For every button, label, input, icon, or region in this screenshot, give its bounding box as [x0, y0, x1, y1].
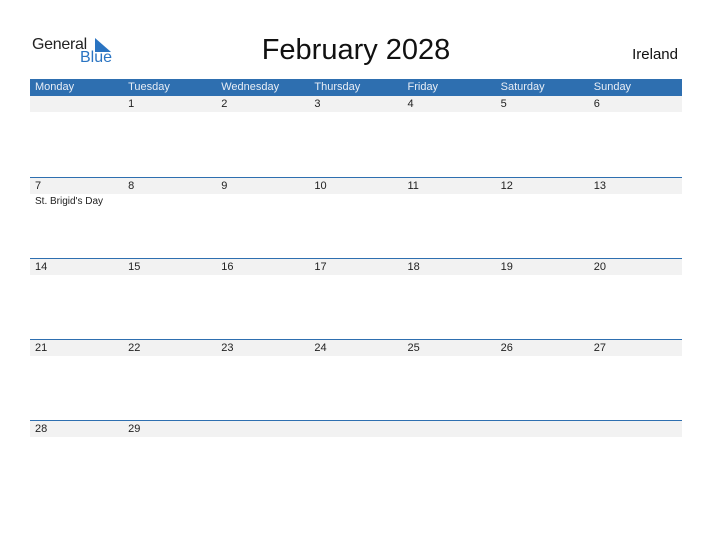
date-strip: 14 15 16 17 18 19 20 [30, 259, 682, 275]
day-number: 2 [221, 98, 228, 110]
day-number: 17 [314, 261, 327, 273]
holiday-event [589, 194, 682, 208]
holiday-event: St. Brigid's Day [35, 196, 104, 207]
holiday-event [30, 356, 123, 357]
weekday-friday: Friday [407, 81, 439, 93]
weekday-saturday: Saturday [500, 81, 545, 93]
holiday-event [496, 113, 589, 114]
day-number: 22 [128, 342, 141, 354]
weekday-sunday: Sunday [593, 81, 632, 93]
day-number: 4 [407, 98, 414, 110]
events-row [30, 113, 682, 114]
day-number [496, 421, 589, 437]
day-number: 7 [35, 180, 42, 192]
holiday-event [403, 437, 496, 438]
holiday-event [496, 275, 589, 276]
holiday-event [589, 356, 682, 357]
week-row: 28 29 [30, 420, 682, 501]
week-row: 14 15 16 17 18 19 20 [30, 258, 682, 339]
day-number: 25 [407, 342, 420, 354]
day-number: 27 [593, 342, 606, 354]
holiday-event [309, 356, 402, 357]
week-row: 21 22 23 24 25 26 27 [30, 339, 682, 420]
holiday-event [216, 437, 309, 438]
day-number: 18 [407, 261, 420, 273]
holiday-event [30, 275, 123, 276]
holiday-event [309, 437, 402, 438]
weekday-tuesday: Tuesday [128, 81, 170, 93]
day-number: 15 [128, 261, 141, 273]
weekday-wednesday: Wednesday [221, 81, 280, 93]
holiday-event [496, 356, 589, 357]
holiday-event [30, 437, 123, 438]
day-number: 11 [407, 180, 419, 192]
day-number: 6 [593, 98, 600, 110]
holiday-event [216, 275, 309, 276]
day-number: 23 [221, 342, 234, 354]
day-number: 29 [128, 423, 141, 435]
events-row [30, 356, 682, 357]
day-number: 26 [500, 342, 513, 354]
holiday-event [589, 275, 682, 276]
day-number [309, 421, 402, 437]
day-number: 28 [35, 423, 48, 435]
day-number: 24 [314, 342, 327, 354]
day-number: 10 [314, 180, 327, 192]
day-number: 5 [500, 98, 507, 110]
holiday-event [403, 275, 496, 276]
holiday-event [309, 194, 402, 208]
day-number: 3 [314, 98, 321, 110]
day-number [589, 421, 682, 437]
day-number [30, 96, 123, 112]
day-number [403, 421, 496, 437]
events-row [30, 437, 682, 438]
holiday-event [403, 113, 496, 114]
day-number: 21 [35, 342, 48, 354]
week-row: 1 2 3 4 5 6 [30, 96, 682, 177]
holiday-event [589, 437, 682, 438]
date-strip: 28 29 [30, 421, 682, 437]
day-number: 13 [593, 180, 606, 192]
holiday-event [589, 113, 682, 114]
events-row: St. Brigid's Day [30, 194, 682, 208]
holiday-event [216, 113, 309, 114]
date-strip: 21 22 23 24 25 26 27 [30, 340, 682, 356]
weekday-thursday: Thursday [314, 81, 361, 93]
date-strip: 7 8 9 10 11 12 13 [30, 178, 682, 194]
holiday-event [30, 113, 123, 114]
holiday-event [216, 194, 309, 208]
holiday-event [403, 194, 496, 208]
day-number [216, 421, 309, 437]
holiday-event [496, 437, 589, 438]
weekday-header: Monday Tuesday Wednesday Thursday Friday… [30, 79, 682, 96]
holiday-event [123, 194, 216, 208]
day-number: 16 [221, 261, 234, 273]
page-title: February 2028 [261, 34, 451, 66]
day-number: 8 [128, 180, 135, 192]
holiday-event [403, 356, 496, 357]
holiday-event [123, 356, 216, 357]
day-number: 14 [35, 261, 48, 273]
holiday-event [496, 194, 589, 208]
events-row [30, 275, 682, 276]
day-number: 1 [128, 98, 135, 110]
date-strip: 1 2 3 4 5 6 [30, 96, 682, 112]
day-number: 20 [593, 261, 606, 273]
holiday-event [123, 275, 216, 276]
holiday-event [309, 113, 402, 114]
day-number: 19 [500, 261, 513, 273]
holiday-event [309, 275, 402, 276]
week-row: 7 8 9 10 11 12 13 St. Brigid's Day [30, 177, 682, 258]
holiday-event [216, 356, 309, 357]
holiday-event [123, 437, 216, 438]
day-number: 9 [221, 180, 228, 192]
weekday-monday: Monday [35, 81, 75, 93]
holiday-event [123, 113, 216, 114]
day-number: 12 [500, 180, 513, 192]
country-label: Ireland [632, 46, 678, 63]
